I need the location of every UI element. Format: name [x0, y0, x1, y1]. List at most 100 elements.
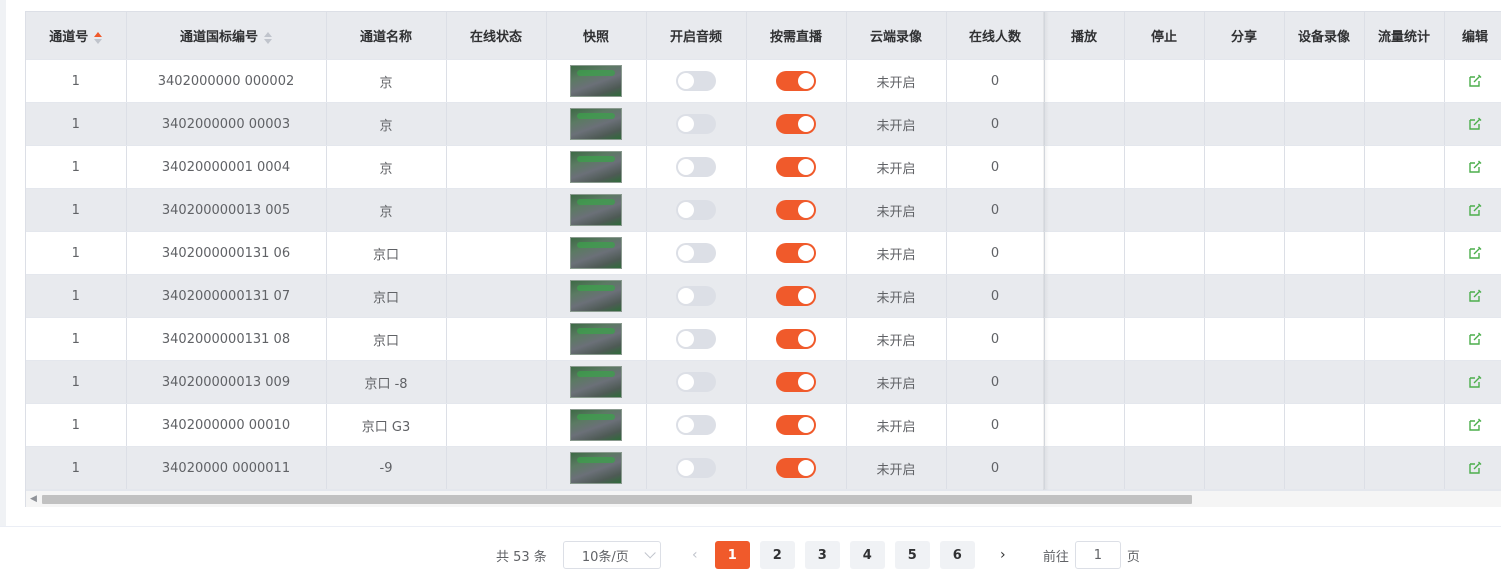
audio-toggle[interactable]: [676, 415, 716, 435]
edit-icon[interactable]: [1468, 74, 1482, 88]
cell-channel-no: 1: [26, 188, 127, 232]
on-demand-toggle[interactable]: [776, 286, 816, 306]
edit-icon[interactable]: [1468, 117, 1482, 131]
snapshot-thumbnail[interactable]: [570, 237, 622, 269]
toggle-knob: [798, 417, 814, 433]
cell-name: 京: [326, 145, 447, 189]
audio-toggle[interactable]: [676, 458, 716, 478]
edit-icon[interactable]: [1468, 246, 1482, 260]
col-header-play: 播放: [1044, 12, 1125, 60]
page-button[interactable]: 1: [714, 541, 750, 569]
next-page-icon[interactable]: ›: [991, 547, 1015, 563]
on-demand-toggle[interactable]: [776, 71, 816, 91]
audio-toggle[interactable]: [676, 286, 716, 306]
snapshot-thumbnail[interactable]: [570, 280, 622, 312]
cell-edit: [1444, 274, 1501, 318]
on-demand-toggle[interactable]: [776, 114, 816, 134]
left-sidebar-edge: [0, 0, 6, 526]
col-header-label: 通道国标编号: [179, 30, 258, 45]
cell-audio: [646, 188, 747, 232]
col-header-edit: 编辑: [1444, 12, 1501, 60]
cell-play: [1044, 145, 1125, 189]
cell-viewers: 0: [946, 145, 1045, 189]
cell-name: 京口: [326, 317, 447, 361]
toggle-knob: [678, 374, 694, 390]
toggle-knob: [678, 116, 694, 132]
snapshot-thumbnail[interactable]: [570, 194, 622, 226]
edit-icon[interactable]: [1468, 375, 1482, 389]
cell-stop: [1124, 403, 1205, 447]
cell-name: 京口 G3: [326, 403, 447, 447]
horizontal-scrollbar[interactable]: ◀: [26, 490, 1501, 507]
cell-cloud-rec: 未开启: [846, 188, 947, 232]
page-button[interactable]: 6: [939, 541, 975, 569]
on-demand-toggle[interactable]: [776, 372, 816, 392]
cell-name: 京口 -8: [326, 360, 447, 404]
table-header: 通道号 通道国标编号 通道名称 在线状态 快照 开启音频 按需直播 云端录像 在…: [26, 12, 1501, 60]
page-button[interactable]: 4: [849, 541, 885, 569]
cell-snapshot: [546, 446, 647, 490]
page-size-select[interactable]: 10条/页: [562, 541, 661, 569]
cell-audio: [646, 231, 747, 275]
snapshot-thumbnail[interactable]: [570, 366, 622, 398]
goto-page-input[interactable]: 1: [1074, 541, 1121, 569]
edit-icon[interactable]: [1468, 289, 1482, 303]
page-button[interactable]: 2: [759, 541, 795, 569]
snapshot-thumbnail[interactable]: [570, 151, 622, 183]
audio-toggle[interactable]: [676, 200, 716, 220]
col-header-gb-id[interactable]: 通道国标编号: [126, 12, 327, 60]
audio-toggle[interactable]: [676, 243, 716, 263]
edit-icon[interactable]: [1468, 418, 1482, 432]
col-header-name: 通道名称: [326, 12, 447, 60]
edit-icon[interactable]: [1468, 461, 1482, 475]
on-demand-toggle[interactable]: [776, 157, 816, 177]
col-header-traffic: 流量统计: [1364, 12, 1445, 60]
snapshot-thumbnail[interactable]: [570, 323, 622, 355]
cell-name: 京: [326, 102, 447, 146]
cell-on-demand: [746, 59, 847, 103]
sort-caret-icon[interactable]: [94, 31, 103, 44]
toggle-knob: [798, 202, 814, 218]
page-button[interactable]: 3: [804, 541, 840, 569]
toggle-knob: [798, 116, 814, 132]
scroll-left-icon[interactable]: ◀: [30, 494, 37, 504]
cell-stop: [1124, 145, 1205, 189]
page-button[interactable]: 5: [894, 541, 930, 569]
snapshot-thumbnail[interactable]: [570, 409, 622, 441]
cell-edit: [1444, 102, 1501, 146]
table-row: 1 34020000 0000011 -9 未开启 0: [26, 446, 1501, 490]
audio-toggle[interactable]: [676, 329, 716, 349]
cell-edit: [1444, 360, 1501, 404]
prev-page-icon[interactable]: ‹: [683, 547, 707, 563]
toggle-knob: [798, 245, 814, 261]
on-demand-toggle[interactable]: [776, 200, 816, 220]
cell-share: [1204, 403, 1285, 447]
audio-toggle[interactable]: [676, 157, 716, 177]
audio-toggle[interactable]: [676, 114, 716, 134]
on-demand-toggle[interactable]: [776, 458, 816, 478]
cell-audio: [646, 403, 747, 447]
on-demand-toggle[interactable]: [776, 415, 816, 435]
edit-icon[interactable]: [1468, 203, 1482, 217]
cell-snapshot: [546, 274, 647, 318]
audio-toggle[interactable]: [676, 71, 716, 91]
on-demand-toggle[interactable]: [776, 243, 816, 263]
cell-snapshot: [546, 360, 647, 404]
on-demand-toggle[interactable]: [776, 329, 816, 349]
sort-caret-icon[interactable]: [264, 31, 272, 44]
edit-icon[interactable]: [1468, 160, 1482, 174]
cell-cloud-rec: 未开启: [846, 317, 947, 361]
cell-audio: [646, 274, 747, 318]
snapshot-thumbnail[interactable]: [570, 65, 622, 97]
cell-online: [446, 59, 547, 103]
edit-icon[interactable]: [1468, 332, 1482, 346]
audio-toggle[interactable]: [676, 372, 716, 392]
scrollbar-thumb[interactable]: [42, 495, 1192, 504]
snapshot-thumbnail[interactable]: [570, 108, 622, 140]
snapshot-thumbnail[interactable]: [570, 452, 622, 484]
cell-on-demand: [746, 360, 847, 404]
cell-online: [446, 317, 547, 361]
cell-on-demand: [746, 231, 847, 275]
col-header-channel-no[interactable]: 通道号: [26, 12, 127, 60]
cell-device-rec: [1284, 274, 1365, 318]
